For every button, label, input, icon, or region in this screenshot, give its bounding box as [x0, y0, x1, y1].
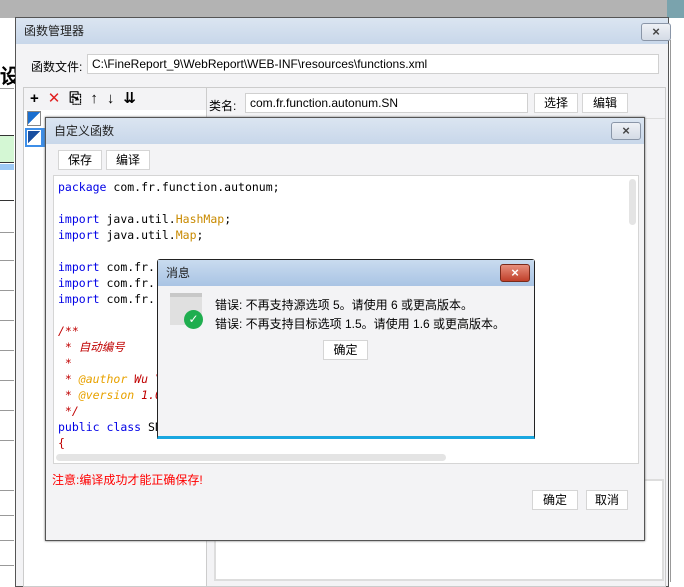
code-token: * 自动编号	[58, 340, 125, 354]
select-button[interactable]: 选择	[534, 93, 578, 113]
compile-button[interactable]: 编译	[106, 150, 150, 170]
code-token: com.fr.	[99, 276, 155, 290]
grid-line	[0, 440, 14, 441]
copy-icon[interactable]: ⎘	[69, 90, 90, 107]
grid-line	[0, 565, 14, 566]
background-cell-selected	[0, 164, 14, 170]
custom-function-titlebar: 自定义函数	[46, 118, 644, 144]
message-line-1: 错误: 不再支持源选项 5。请使用 6 或更高版本。	[215, 298, 474, 312]
horizontal-scrollbar[interactable]	[56, 454, 446, 461]
code-line: import java.util.Map;	[58, 227, 634, 243]
code-token: package	[58, 180, 107, 194]
grid-line	[0, 410, 14, 411]
close-button[interactable]: ×	[641, 23, 671, 41]
grid-line	[0, 200, 14, 201]
dialog-title: 函数管理器	[24, 24, 85, 38]
code-token: ;	[224, 212, 232, 226]
message-line-2: 错误: 不再支持目标选项 1.5。请使用 1.6 或更高版本。	[215, 317, 506, 331]
background-strip	[667, 0, 684, 18]
code-line: import java.util.HashMap;	[58, 211, 634, 227]
add-icon[interactable]: +	[30, 90, 48, 107]
code-token: import	[58, 276, 100, 290]
close-icon: ×	[652, 24, 660, 39]
code-token: com.fr.	[99, 292, 155, 306]
grid-line	[0, 515, 14, 516]
code-token: com.fr.	[99, 260, 155, 274]
code-token: /**	[58, 324, 79, 338]
close-icon: ×	[622, 123, 630, 138]
code-token: java.util.	[99, 212, 176, 226]
code-token: @version	[78, 388, 135, 402]
grid-line	[0, 320, 14, 321]
grid-line	[0, 540, 14, 541]
code-line: package com.fr.function.autonum;	[58, 179, 634, 195]
dialog-title: 消息	[166, 266, 191, 280]
message-ok-button[interactable]: 确定	[323, 340, 368, 360]
grid-line	[0, 350, 14, 351]
file-label: 函数文件:	[31, 60, 83, 74]
background-topbar	[0, 0, 684, 18]
close-icon: ×	[511, 265, 519, 280]
list-item-selected[interactable]	[25, 128, 45, 147]
class-name-label: 类名:	[209, 99, 237, 113]
function-file-icon	[27, 130, 41, 145]
code-token: *	[58, 388, 79, 402]
background-right-edge	[670, 40, 684, 582]
grid-line	[0, 490, 14, 491]
code-token: import	[58, 212, 100, 226]
function-file-icon[interactable]	[27, 111, 41, 126]
message-titlebar: 消息	[158, 260, 534, 286]
close-button[interactable]: ×	[500, 264, 530, 282]
code-token: import	[58, 260, 100, 274]
code-token: Map	[175, 228, 197, 242]
code-token: {	[58, 436, 65, 450]
ok-button[interactable]: 确定	[532, 490, 578, 510]
code-token: public	[58, 420, 100, 434]
code-token: java.util.	[99, 228, 176, 242]
move-bottom-icon[interactable]: ⇊	[123, 90, 145, 107]
move-down-icon[interactable]: ↓	[107, 90, 124, 107]
class-name-input[interactable]: com.fr.function.autonum.SN	[245, 93, 528, 113]
move-up-icon[interactable]: ↑	[90, 90, 107, 107]
grid-line	[0, 88, 14, 89]
delete-icon[interactable]: ✕	[48, 90, 70, 107]
code-token: com.fr.function.autonum;	[106, 180, 280, 194]
file-path-input[interactable]: C:\FineReport_9\WebReport\WEB-INF\resour…	[87, 54, 659, 74]
compile-note: 注意:编译成功才能正确保存!	[52, 473, 203, 487]
code-token: *	[58, 356, 72, 370]
grid-line	[0, 380, 14, 381]
edit-button[interactable]: 编辑	[582, 93, 628, 113]
function-manager-titlebar: 函数管理器	[16, 18, 668, 44]
message-dialog: 消息 × ✓ 错误: 不再支持源选项 5。请使用 6 或更高版本。 错误: 不再…	[157, 259, 535, 439]
cancel-button[interactable]: 取消	[586, 490, 628, 510]
code-token: *	[58, 372, 79, 386]
code-token: HashMap	[175, 212, 225, 226]
code-token: */	[58, 404, 79, 418]
vertical-scrollbar[interactable]	[629, 179, 636, 225]
code-token: import	[58, 292, 100, 306]
check-icon: ✓	[184, 310, 203, 329]
code-token: ;	[196, 228, 204, 242]
save-button[interactable]: 保存	[58, 150, 102, 170]
close-button[interactable]: ×	[611, 122, 641, 140]
code-token: @author	[78, 372, 128, 386]
background-cell	[0, 135, 14, 163]
grid-line	[0, 290, 14, 291]
dialog-title: 自定义函数	[54, 124, 115, 138]
grid-line	[0, 260, 14, 261]
info-icon: ✓	[170, 293, 203, 329]
grid-line	[0, 232, 14, 233]
code-token: class	[106, 420, 142, 434]
code-token: import	[58, 228, 100, 242]
